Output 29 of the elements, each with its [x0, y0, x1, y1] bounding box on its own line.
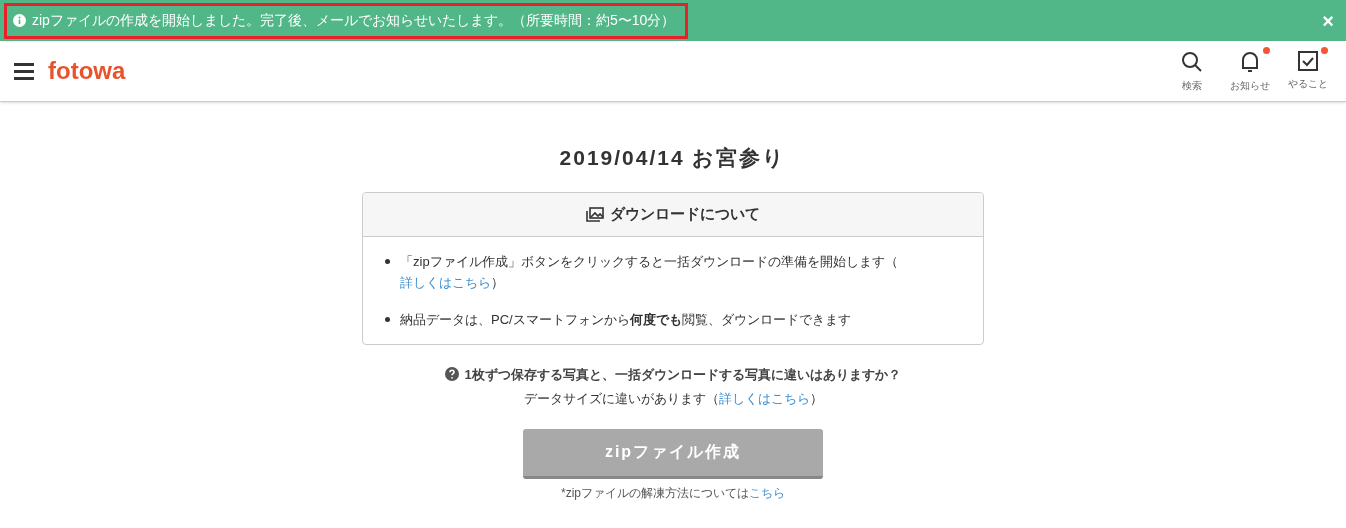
menu-icon[interactable] [14, 62, 34, 80]
paren-text: （ [884, 252, 898, 271]
details-link[interactable]: 詳しくはこちら [400, 271, 491, 293]
checkbox-icon [1297, 49, 1319, 72]
bullet-icon [385, 316, 390, 322]
bell-icon [1239, 49, 1261, 74]
header-action[interactable]: お知らせ [1228, 49, 1272, 93]
header-action[interactable]: やること [1286, 49, 1330, 91]
images-icon [586, 206, 604, 222]
paren-text: ） [809, 390, 823, 408]
bullet-icon [385, 258, 390, 264]
bullet-text: 納品データは、PC/スマートフォンから何度でも閲覧、ダウンロードできます [400, 310, 851, 329]
faq-answer: データサイズに違いがあります [523, 390, 706, 408]
footnote-link[interactable]: こちら [749, 483, 785, 502]
logo[interactable]: fotowa [48, 59, 126, 83]
search-icon [1180, 49, 1204, 74]
faq-question: 1枚ずつ保存する写真と、一括ダウンロードする写真に違いはありますか？ [464, 365, 901, 384]
page-title: 2019/04/14 お宮参り [559, 145, 787, 171]
help-icon [445, 367, 460, 382]
footnote-text: *zipファイルの解凍方法については [561, 484, 749, 502]
info-icon [13, 14, 26, 27]
paren-text: （ [705, 390, 719, 408]
details-link[interactable]: 詳しくはこちら [718, 389, 810, 409]
card-title: ダウンロードについて [610, 203, 760, 224]
close-button[interactable]: × [1322, 10, 1334, 31]
bullet-text: 「zipファイル作成」ボタンをクリックすると一括ダウンロードの準備を開始します [400, 252, 885, 271]
paren-text: ） [491, 273, 504, 292]
notification-text: zipファイルの作成を開始しました。完了後、メールでお知らせいたします。（所要時間：約5〜10分） [32, 11, 676, 30]
header-action[interactable]: 検索 [1170, 49, 1214, 93]
